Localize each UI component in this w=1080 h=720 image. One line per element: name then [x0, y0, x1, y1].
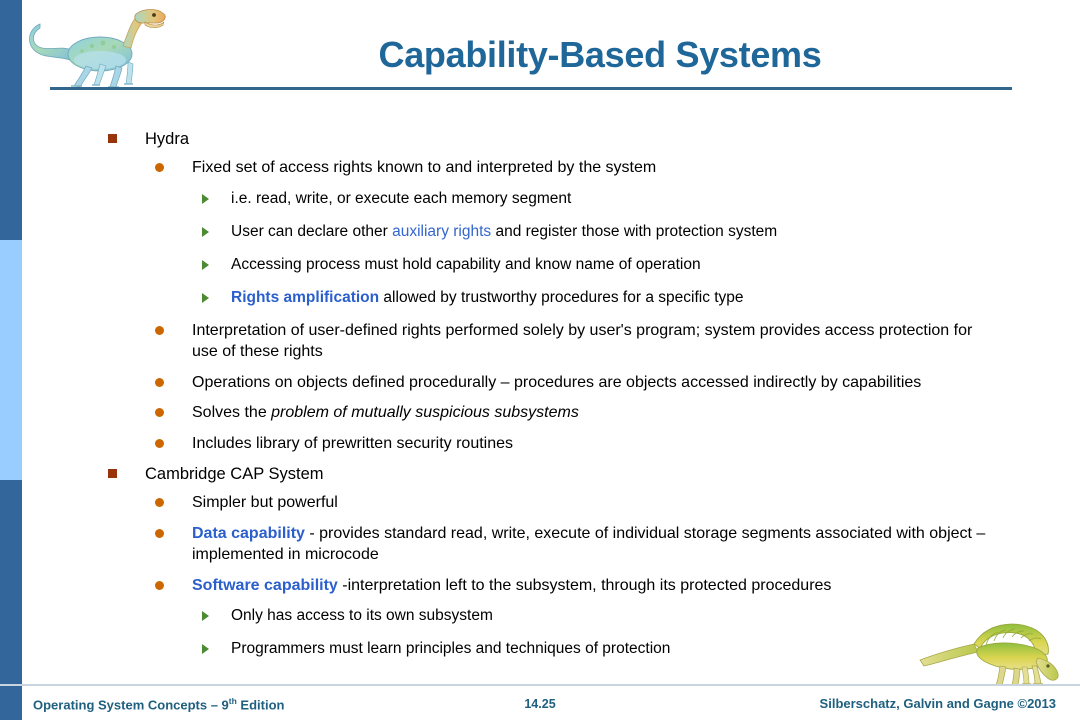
triangle-bullet-icon-glyph: [202, 611, 209, 621]
disc-bullet-icon: [155, 320, 192, 335]
bullet-text: Fixed set of access rights known to and …: [192, 157, 992, 179]
bullet-text: Operations on objects defined procedural…: [192, 372, 992, 394]
bullet-text-run: Software capability: [192, 576, 338, 594]
bullet-item: Accessing process must hold capability a…: [0, 254, 1080, 275]
bullet-text-run: Includes library of prewritten security …: [192, 434, 514, 452]
bullet-item: Hydra: [0, 128, 1080, 150]
bullet-text: i.e. read, write, or execute each memory…: [231, 188, 1021, 209]
bullet-text: Software capability -interpretation left…: [192, 575, 992, 597]
bullet-text-run: i.e. read, write, or execute each memory…: [231, 189, 572, 207]
bullet-item: Simpler but powerful: [0, 492, 1080, 514]
disc-bullet-icon: [155, 433, 192, 448]
bullet-text: Accessing process must hold capability a…: [231, 254, 1021, 275]
triangle-bullet-icon-glyph: [202, 292, 209, 303]
triangle-bullet-icon: [202, 638, 231, 654]
dinosaur-icon: [29, 9, 166, 88]
bullet-text: User can declare other auxiliary rights …: [231, 221, 1021, 242]
disc-bullet-icon: [155, 157, 192, 172]
bullet-item: Data capability - provides standard read…: [0, 523, 1080, 566]
bullet-text: Interpretation of user-defined rights pe…: [192, 320, 992, 363]
bullet-text: Only has access to its own subsystem: [231, 605, 1021, 626]
triangle-bullet-icon-glyph: [202, 226, 209, 237]
footer-divider: [0, 684, 1080, 686]
bullet-text: Includes library of prewritten security …: [192, 433, 992, 455]
disc-bullet-icon: [155, 575, 192, 590]
bullet-text-run: Rights amplification: [231, 288, 380, 306]
triangle-bullet-icon-glyph: [202, 644, 209, 654]
disc-bullet-icon-glyph: [155, 377, 164, 387]
bullet-text-run: -interpretation left to the subsystem, t…: [337, 576, 832, 594]
triangle-bullet-icon-glyph: [202, 259, 209, 270]
bullet-item: i.e. read, write, or execute each memory…: [0, 188, 1080, 209]
disc-bullet-icon-glyph: [155, 438, 164, 448]
bullet-text: Rights amplification allowed by trustwor…: [231, 287, 1021, 308]
bullet-text-run: Hydra: [145, 130, 190, 148]
square-bullet-icon-glyph: [108, 134, 117, 143]
bullet-item: Software capability -interpretation left…: [0, 575, 1080, 597]
disc-bullet-icon: [155, 492, 192, 507]
bullet-text: Programmers must learn principles and te…: [231, 638, 1021, 659]
bullet-text-run: Operations on objects defined procedural…: [192, 373, 922, 391]
bullet-item: Solves the problem of mutually suspiciou…: [0, 402, 1080, 424]
bullet-text-run: Simpler but powerful: [192, 494, 338, 511]
footer-copyright: Silberschatz, Galvin and Gagne ©2013: [819, 696, 1056, 711]
triangle-bullet-icon: [202, 605, 231, 621]
triangle-bullet-icon: [202, 221, 231, 237]
bullet-text-run: - provides standard read, write, execute…: [192, 524, 986, 564]
bullet-item: User can declare other auxiliary rights …: [0, 221, 1080, 242]
bullet-text-run: Programmers must learn principles and te…: [231, 640, 671, 657]
disc-bullet-icon-glyph: [155, 163, 164, 172]
bullet-text-run: Interpretation of user-defined rights pe…: [192, 321, 973, 361]
page-title: Capability-Based Systems: [378, 34, 822, 75]
bullet-text-run: Solves the: [192, 404, 272, 421]
bullet-text: Simpler but powerful: [192, 492, 992, 514]
bullet-text: Hydra: [145, 128, 1015, 150]
disc-bullet-icon-glyph: [155, 528, 164, 538]
square-bullet-icon: [108, 463, 145, 478]
triangle-bullet-icon: [202, 287, 231, 303]
disc-bullet-icon: [155, 523, 192, 538]
bullet-item: Operations on objects defined procedural…: [0, 372, 1080, 394]
bullet-text-run: Only has access to its own subsystem: [231, 607, 493, 624]
title-divider: [50, 87, 1012, 90]
bullet-text-run: Data capability: [192, 524, 305, 542]
bullet-item: Cambridge CAP System: [0, 463, 1080, 485]
square-bullet-icon-glyph: [108, 469, 117, 478]
square-bullet-icon: [108, 128, 145, 143]
disc-bullet-icon-glyph: [155, 408, 164, 417]
triangle-bullet-icon: [202, 254, 231, 270]
bullet-text: Solves the problem of mutually suspiciou…: [192, 402, 992, 424]
bullet-item: Fixed set of access rights known to and …: [0, 157, 1080, 179]
bullet-text-run: Fixed set of access rights known to and …: [192, 159, 657, 176]
bullet-item: Rights amplification allowed by trustwor…: [0, 287, 1080, 308]
triangle-bullet-icon-glyph: [202, 193, 209, 204]
bullet-item: Interpretation of user-defined rights pe…: [0, 320, 1080, 363]
disc-bullet-icon-glyph: [155, 325, 164, 335]
triangle-bullet-icon: [202, 188, 231, 204]
bullet-text-run: problem of mutually suspicious subsystem…: [271, 404, 579, 421]
bullet-text-run: auxiliary rights: [392, 222, 492, 240]
bullet-text-run: User can declare other: [231, 222, 393, 240]
disc-bullet-icon-glyph: [155, 580, 164, 590]
bullet-text: Cambridge CAP System: [145, 463, 1015, 485]
bullet-text-run: and register those with protection syste…: [491, 222, 778, 240]
slide-content-bullets: Hydra Fixed set of access rights known to…: [0, 128, 1080, 671]
bullet-text-run: Accessing process must hold capability a…: [231, 255, 701, 273]
bullet-text-run: Cambridge CAP System: [145, 465, 324, 483]
disc-bullet-icon-glyph: [155, 498, 164, 507]
bullet-text-run: allowed by trustworthy procedures for a …: [379, 288, 744, 306]
bullet-text: Data capability - provides standard read…: [192, 523, 992, 566]
dinosaur-icon: [919, 623, 1059, 686]
disc-bullet-icon: [155, 372, 192, 387]
bullet-item: Includes library of prewritten security …: [0, 433, 1080, 455]
disc-bullet-icon: [155, 402, 192, 417]
